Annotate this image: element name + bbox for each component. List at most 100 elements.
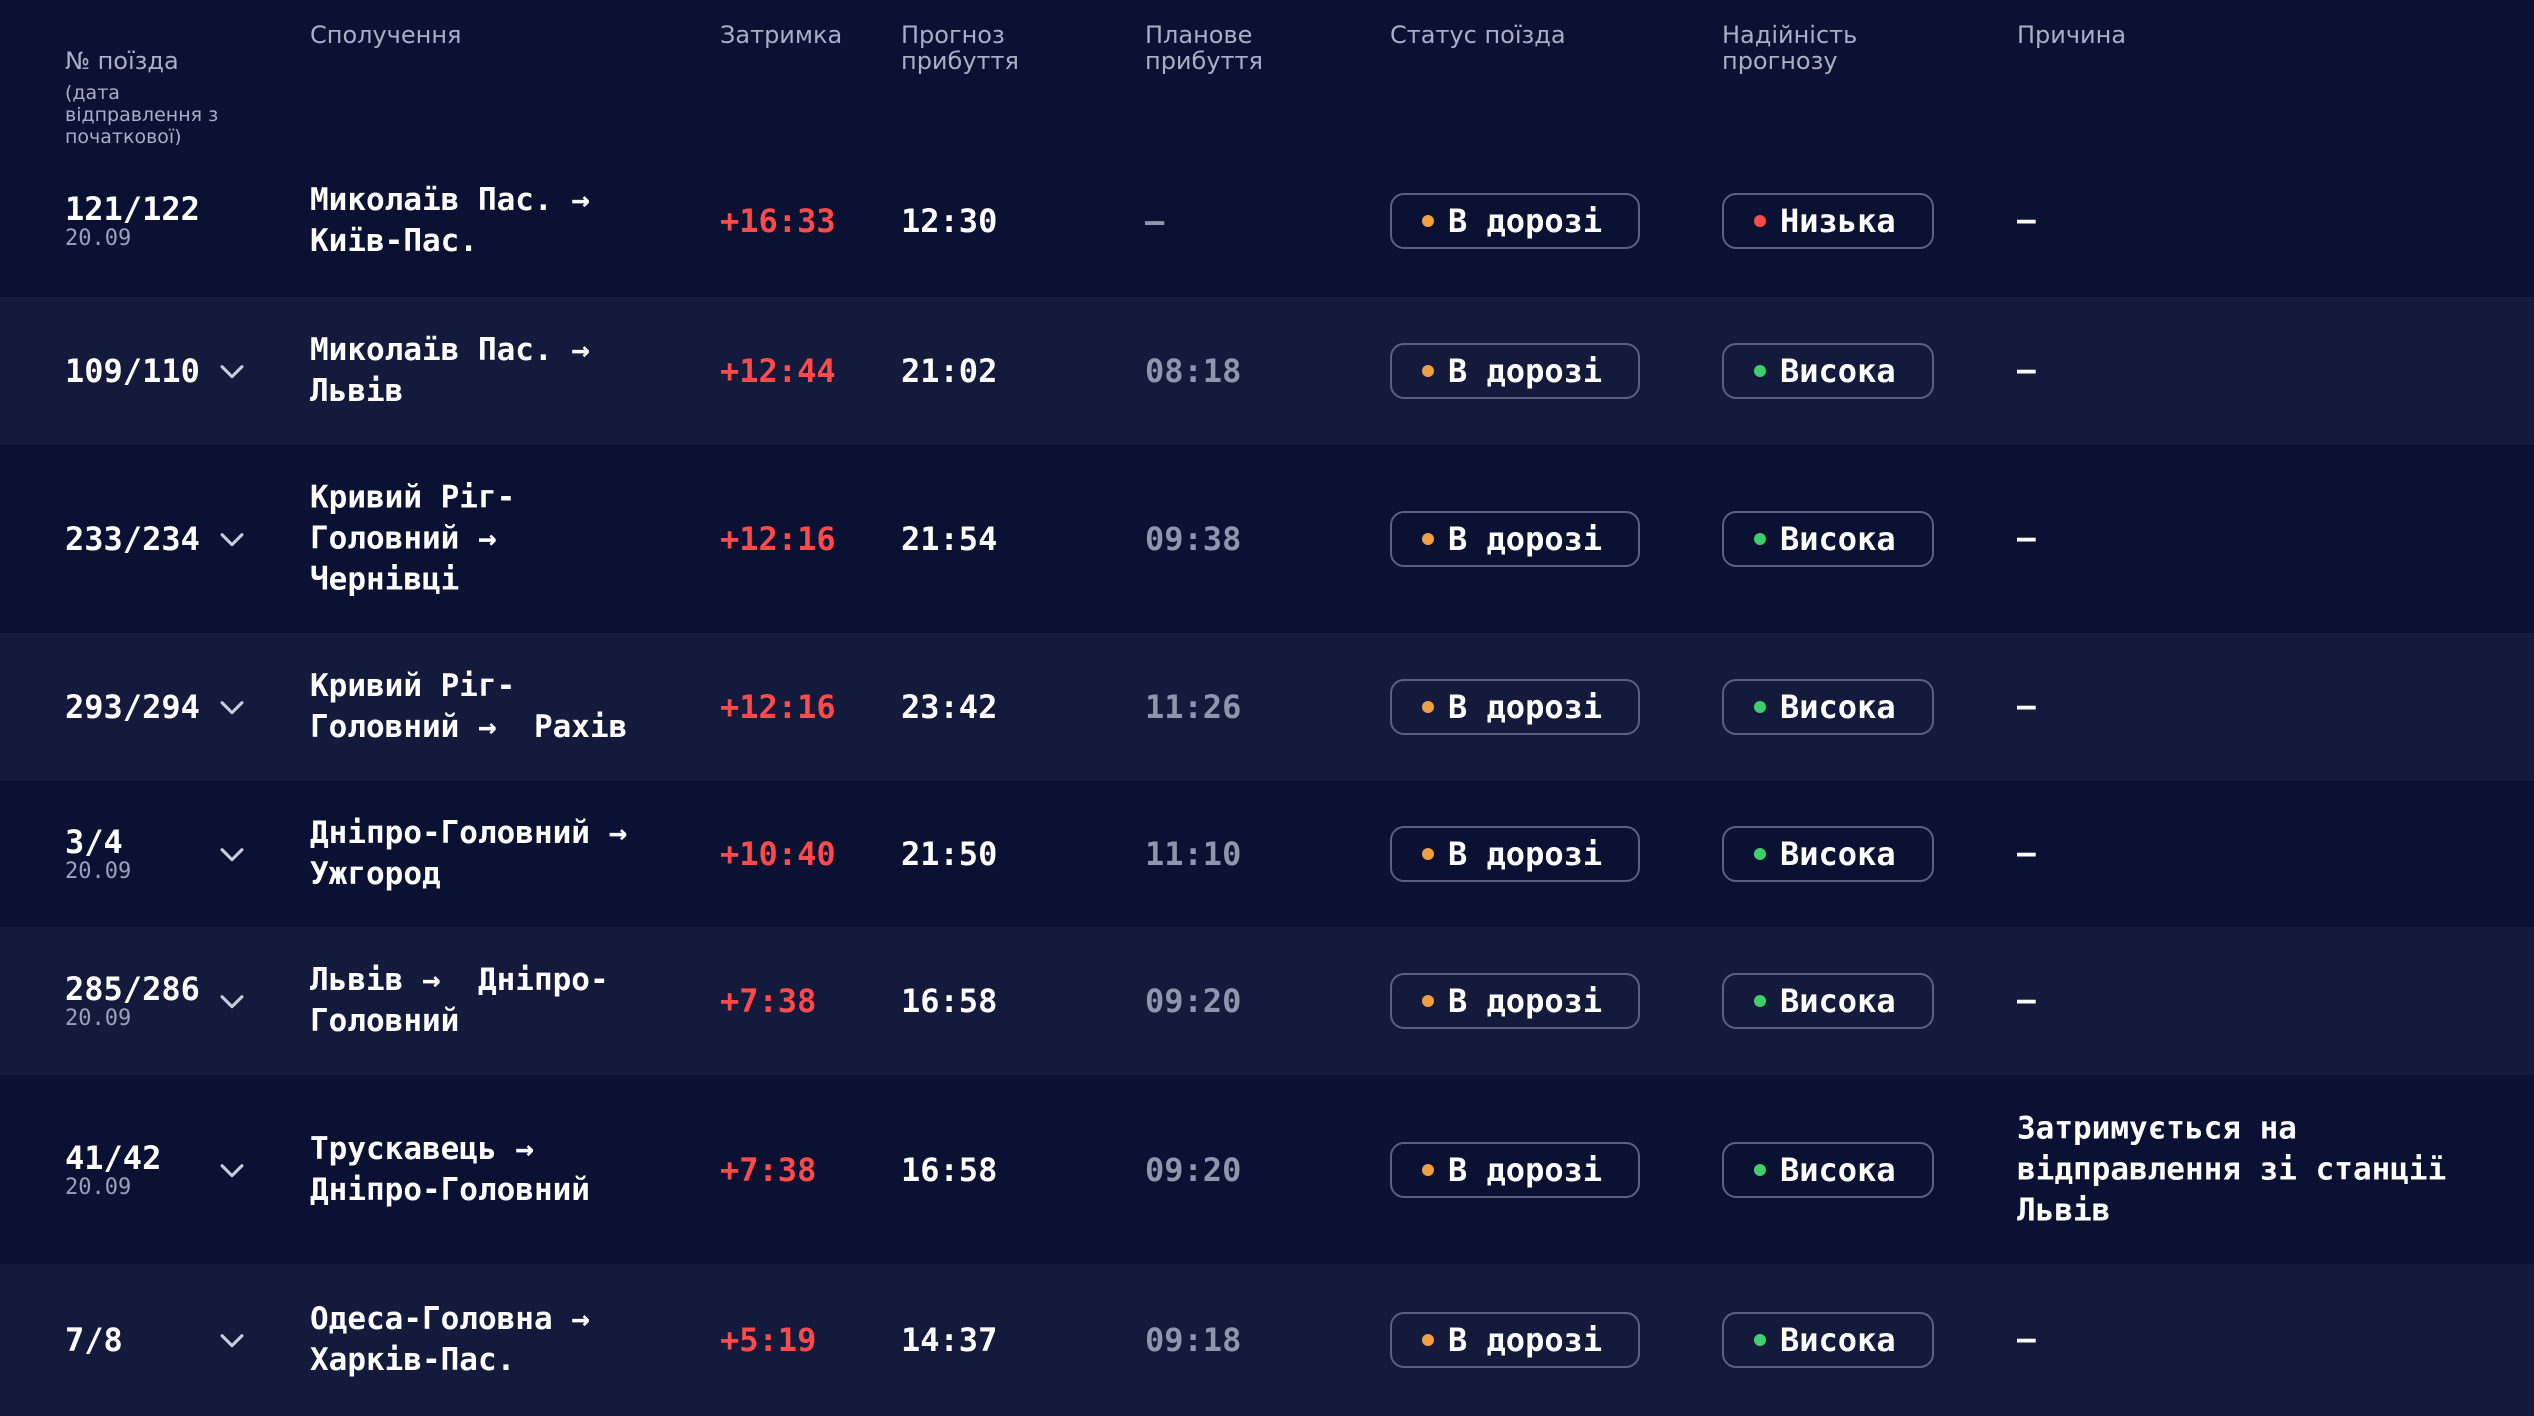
reliability-dot-icon bbox=[1754, 1334, 1766, 1346]
train-number: 7/8 bbox=[65, 1322, 123, 1358]
train-number: 109/110 bbox=[65, 353, 200, 389]
delay-reason: — bbox=[2017, 520, 2036, 557]
forecast-arrival: 16:58 bbox=[901, 1150, 998, 1189]
chevron-down-icon[interactable] bbox=[215, 984, 249, 1018]
reliability-label: Висока bbox=[1780, 1321, 1896, 1359]
forecast-arrival: 21:54 bbox=[901, 520, 998, 558]
reliability-dot-icon bbox=[1754, 701, 1766, 713]
planned-arrival: 11:26 bbox=[1145, 688, 1242, 726]
train-number: 121/122 20.09 bbox=[65, 191, 200, 251]
status-badge: В дорозі bbox=[1390, 511, 1640, 567]
route: Кривий Ріг- Головний → Чернівці bbox=[310, 479, 516, 598]
status-badge: В дорозі bbox=[1390, 826, 1640, 882]
table-row[interactable]: 7/8 Одеса-Головна → Харків-Пас. +5:19 14:37… bbox=[0, 1264, 2534, 1416]
reliability-cell: Висока bbox=[1722, 1141, 1934, 1198]
reliability-badge: Висока bbox=[1722, 826, 1934, 882]
status-label: В дорозі bbox=[1448, 1150, 1603, 1189]
reliability-cell: Висока bbox=[1722, 511, 1934, 567]
status-cell: В дорозі bbox=[1390, 511, 1640, 567]
reliability-cell: Низька bbox=[1722, 193, 1934, 249]
train-number: 285/286 20.09 bbox=[65, 971, 200, 1031]
delay-value: +12:16 bbox=[720, 688, 836, 726]
planned-arrival: 09:20 bbox=[1145, 1150, 1242, 1189]
forecast-arrival: 21:50 bbox=[901, 835, 998, 873]
delay-value: +16:33 bbox=[720, 202, 836, 240]
status-dot-icon bbox=[1422, 701, 1434, 713]
status-badge: В дорозі bbox=[1390, 343, 1640, 399]
status-dot-icon bbox=[1422, 1163, 1434, 1176]
departure-date: 20.09 bbox=[65, 1006, 132, 1031]
status-cell: В дорозі bbox=[1390, 826, 1640, 882]
delay-reason: — bbox=[2017, 202, 2036, 239]
reliability-badge: Висока bbox=[1722, 973, 1934, 1029]
train-number: 3/4 20.09 bbox=[65, 824, 131, 884]
forecast-arrival: 16:58 bbox=[901, 982, 998, 1020]
header-route: Сполучення bbox=[310, 21, 462, 49]
status-label: В дорозі bbox=[1448, 352, 1603, 390]
chevron-down-icon[interactable] bbox=[215, 1153, 249, 1187]
table-row[interactable]: 285/286 20.09 Львів → Дніпро- Головний +7:3… bbox=[0, 927, 2534, 1075]
status-label: В дорозі bbox=[1448, 688, 1603, 726]
header-forecast: Прогноз прибуття bbox=[901, 21, 1019, 75]
status-cell: В дорозі bbox=[1390, 679, 1640, 735]
reliability-cell: Висока bbox=[1722, 973, 1934, 1029]
train-number-value: 109/110 bbox=[65, 352, 200, 390]
reliability-label: Висока bbox=[1780, 1150, 1896, 1189]
status-badge: В дорозі bbox=[1390, 679, 1640, 735]
status-dot-icon bbox=[1422, 533, 1434, 545]
chevron-down-icon[interactable] bbox=[215, 354, 249, 388]
status-cell: В дорозі bbox=[1390, 343, 1640, 399]
delay-reason: — bbox=[2017, 352, 2036, 389]
status-cell: В дорозі bbox=[1390, 1141, 1640, 1198]
planned-arrival: 11:10 bbox=[1145, 835, 1242, 873]
status-label: В дорозі bbox=[1448, 835, 1603, 873]
departure-date: 20.09 bbox=[65, 1174, 132, 1200]
reliability-dot-icon bbox=[1754, 533, 1766, 545]
header-planned: Планове прибуття bbox=[1145, 21, 1263, 75]
delay-value: +7:38 bbox=[720, 982, 817, 1020]
reliability-badge: Висока bbox=[1722, 511, 1934, 567]
train-number-value: 233/234 bbox=[65, 520, 200, 558]
reliability-label: Висока bbox=[1780, 352, 1896, 390]
reliability-badge: Висока bbox=[1722, 343, 1934, 399]
table-row[interactable]: 109/110 Миколаїв Пас. → Львів +12:44 21:02 0… bbox=[0, 297, 2534, 445]
reliability-badge: Висока bbox=[1722, 1141, 1934, 1198]
status-label: В дорозі bbox=[1448, 1321, 1603, 1359]
chevron-down-icon[interactable] bbox=[215, 690, 249, 724]
status-badge: В дорозі bbox=[1390, 973, 1640, 1029]
chevron-down-icon[interactable] bbox=[215, 837, 249, 871]
table-row[interactable]: 233/234 Кривий Ріг- Головний → Чернівці +1… bbox=[0, 445, 2534, 633]
table-row[interactable]: 41/42 20.09 Трускавець → Дніпро-Головний +7… bbox=[0, 1075, 2534, 1264]
train-delays-table: № поїзда (дата відправлення з початкової… bbox=[0, 0, 2534, 1416]
chevron-down-icon[interactable] bbox=[215, 522, 249, 556]
status-label: В дорозі bbox=[1448, 202, 1603, 240]
status-cell: В дорозі bbox=[1390, 973, 1640, 1029]
table-row[interactable]: 121/122 20.09 Миколаїв Пас. → Київ-Пас. +16… bbox=[0, 145, 2534, 297]
delay-value: +7:38 bbox=[720, 1150, 817, 1189]
chevron-down-icon[interactable] bbox=[215, 1323, 249, 1357]
reliability-label: Висока bbox=[1780, 835, 1896, 873]
train-number: 233/234 bbox=[65, 521, 200, 557]
route: Миколаїв Пас. → Львів bbox=[310, 332, 590, 409]
route: Дніпро-Головний → Ужгород bbox=[310, 815, 628, 892]
train-number-value: 3/4 bbox=[65, 823, 123, 861]
planned-arrival: 09:18 bbox=[1145, 1321, 1242, 1359]
header-reason: Причина bbox=[2017, 21, 2127, 49]
delay-reason: Затримується на відправлення зі станції … bbox=[2017, 1110, 2447, 1228]
table-row[interactable]: 293/294 Кривий Ріг- Головний → Рахів +12:1… bbox=[0, 633, 2534, 781]
status-badge: В дорозі bbox=[1390, 1312, 1640, 1368]
header-train-no-label: № поїзда bbox=[65, 47, 179, 75]
forecast-arrival: 23:42 bbox=[901, 688, 998, 726]
status-cell: В дорозі bbox=[1390, 193, 1640, 249]
reliability-dot-icon bbox=[1754, 365, 1766, 377]
planned-arrival: — bbox=[1145, 202, 1165, 240]
train-number-value: 293/294 bbox=[65, 688, 200, 726]
table-row[interactable]: 3/4 20.09 Дніпро-Головний → Ужгород +10:40 2… bbox=[0, 781, 2534, 927]
reliability-cell: Висока bbox=[1722, 826, 1934, 882]
header-train-no-sub: (дата відправлення з початкової) bbox=[65, 82, 219, 148]
reliability-label: Висока bbox=[1780, 982, 1896, 1020]
train-number-value: 7/8 bbox=[65, 1321, 123, 1359]
status-badge: В дорозі bbox=[1390, 193, 1640, 249]
route: Трускавець → Дніпро-Головний bbox=[310, 1130, 590, 1208]
train-number: 293/294 bbox=[65, 689, 200, 725]
